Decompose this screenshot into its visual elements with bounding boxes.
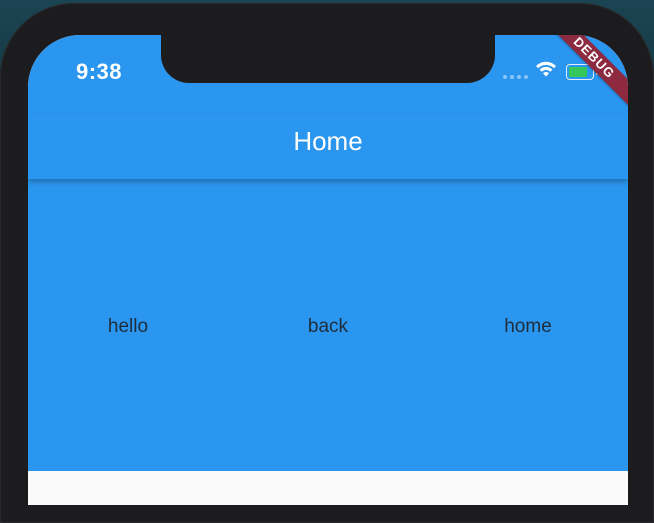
device-notch — [161, 35, 495, 83]
label-row: hello back home — [28, 179, 628, 471]
app-screen: 9:38 Home hello back home DEBUG — [28, 35, 628, 505]
app-bar: Home — [28, 115, 628, 179]
phone-frame: 9:38 Home hello back home DEBUG — [0, 3, 654, 523]
page-title: Home — [293, 126, 363, 156]
screen-background — [28, 471, 628, 505]
label-hello: hello — [107, 316, 149, 337]
label-home: home — [504, 316, 552, 337]
content-panel: hello back home — [28, 179, 628, 471]
cellular-signal-icon — [503, 75, 528, 79]
wifi-icon — [534, 60, 558, 83]
label-back: back — [307, 316, 349, 337]
status-time: 9:38 — [76, 59, 123, 84]
